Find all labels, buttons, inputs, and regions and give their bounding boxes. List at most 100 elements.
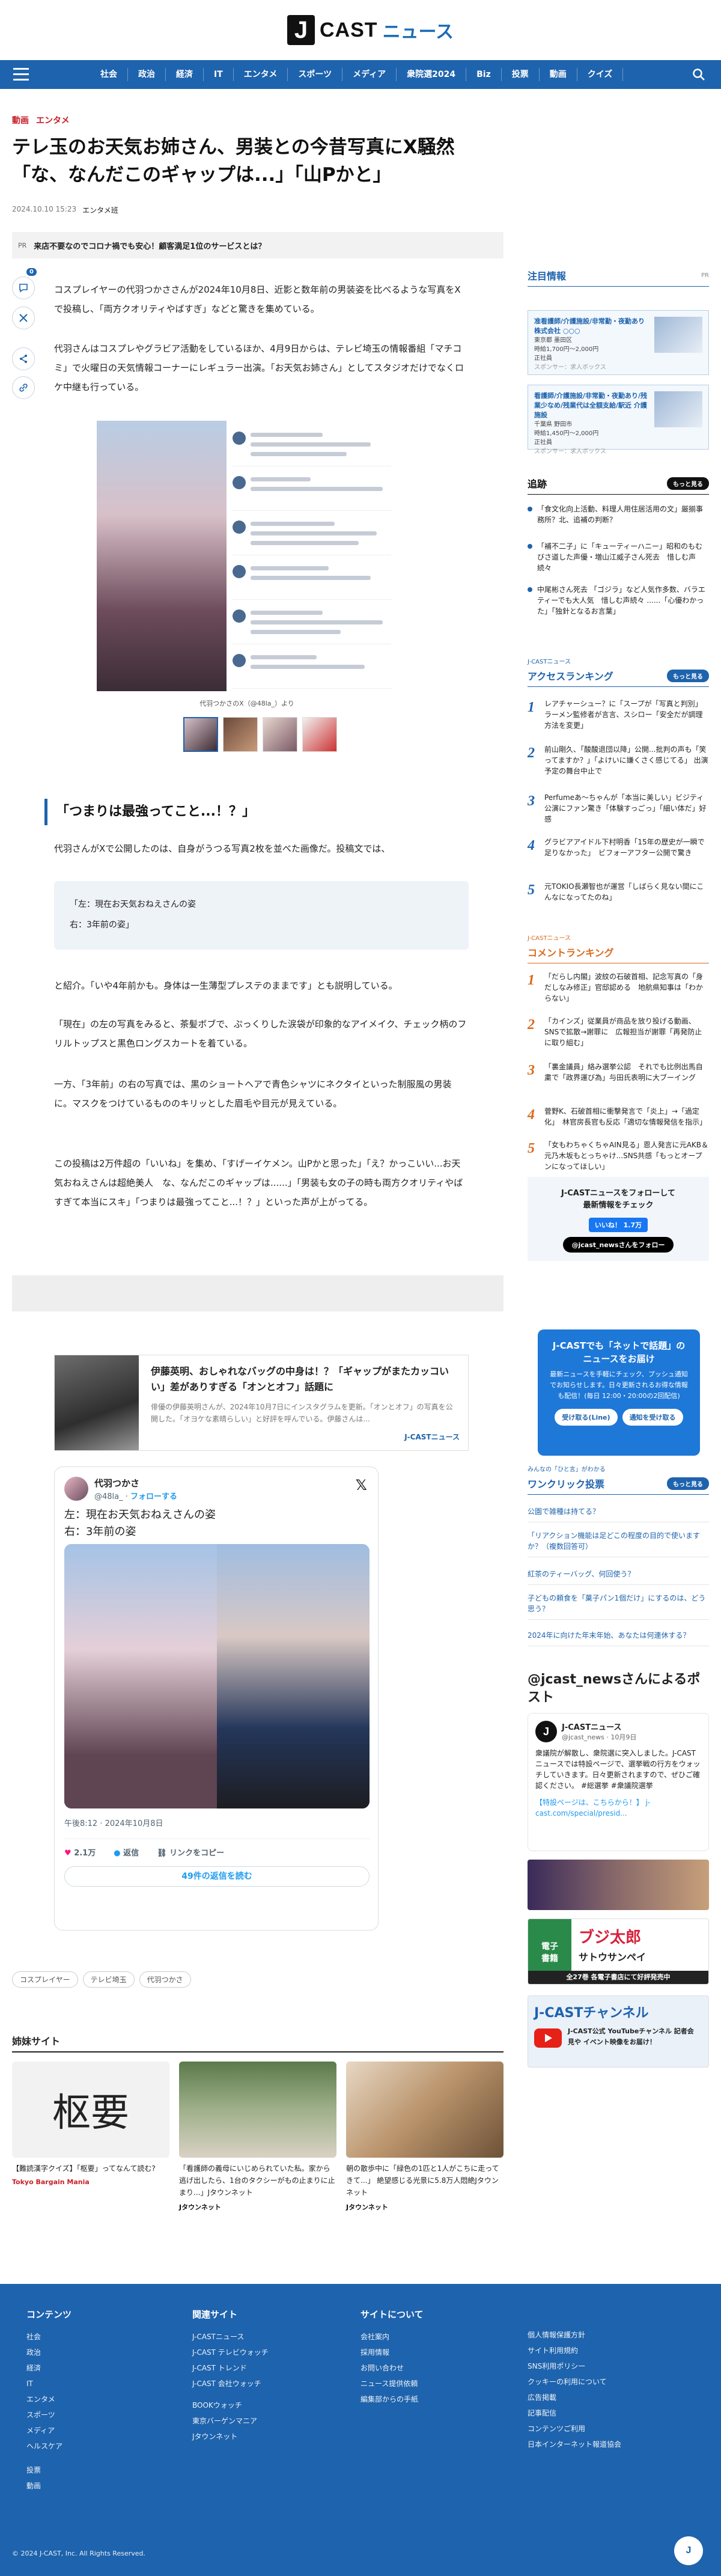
nav-item-economy[interactable]: 経済 [166,68,204,81]
nav-item-video[interactable]: 動画 [540,68,577,81]
news-item-3[interactable]: 中尾彬さん死去 「ゴジラ」など人気作多数、バラエティーでも大人気 惜しむ声続々 … [528,584,709,617]
press-association-logo[interactable]: J [674,2536,703,2565]
footer-link[interactable]: 編集部からの手紙 [360,2391,424,2407]
share-button[interactable] [12,347,35,370]
thumbnail-1[interactable] [183,717,218,752]
poll-item-1[interactable]: 公園で雑種は持てる？ [528,1506,709,1522]
comment-rank-2[interactable]: 2 「カインズ」従業員が商品を放り投げる動画、SNSで拡散→謝罪に 広報担当が謝罪… [528,1016,709,1048]
poll-item-5[interactable]: 2024年に向けた年末年始、あなたは何連休する？ [528,1630,709,1646]
nav-item-election[interactable]: 衆院選2024 [397,68,467,81]
comment-rank-3[interactable]: 3 「裏金議員」絡み選挙公認 それでも比例出馬自粛で「政界運び為」与田氏表明に大ブ… [528,1061,709,1083]
tweet-photo[interactable] [64,1544,370,1808]
tweet-author-name[interactable]: 代羽つかさ [94,1477,139,1489]
poll-item-2[interactable]: 「リアクション機能は足どこの程度の目的で使いますか？（複数回答可） [528,1530,709,1557]
access-rank-2[interactable]: 2 前山剛久、「酸酸退団以降」公開...批判の声も「笑ってますか？」「よけいに嫌く… [528,744,709,777]
thumbnail-2[interactable] [223,717,258,752]
sister-item-1[interactable]: 枢要 【難読漢字クイズ】「枢要」ってなんて読む? Tokyo Bargain M… [12,2062,169,2186]
nav-item-vote[interactable]: 投票 [502,68,540,81]
nav-item-it[interactable]: IT [204,68,234,81]
push-notify-button[interactable]: 通知を受け取る [622,1409,683,1426]
footer-link[interactable]: Jタウンネット [192,2429,269,2444]
job-ad-2[interactable]: 看護師/介護施設/非常勤・夜勤あり/残業少なめ/残業代は全額支給/駅近 介護施設… [528,385,709,455]
nav-item-biz[interactable]: Biz [466,68,502,81]
copy-link-button[interactable] [12,376,35,399]
tweet-copy-link-button[interactable]: ⛓ リンクをコピー [157,1846,224,1858]
footer-link[interactable]: IT [26,2376,71,2391]
comment-button[interactable] [12,276,35,299]
sister-item-2[interactable]: 「看護師の義母にいじめられていた私。家から逃げ出したら、1台のタクシーがもの止ま… [179,2062,336,2212]
tag-cosplayer[interactable]: コスプレイヤー [12,1971,78,1988]
footer-link[interactable]: 会社案内 [360,2329,424,2345]
photo-banner[interactable] [528,1860,709,1910]
tweet-like-button[interactable]: ♥ 2.1万 [64,1846,96,1858]
ebook-banner[interactable]: 電子 書籍 ブジ太郎 サトウサンペイ 全27巻 各電子書店にて好評発売中 [528,1918,709,1985]
comment-rank-1[interactable]: 1 「だらし内閣」波紋の石破首相、記念写真の「身だしなみ修正」官邸認める 地航県知… [528,971,709,1004]
thumbnail-3[interactable] [263,717,297,752]
nav-item-sports[interactable]: スポーツ [288,68,343,81]
footer-link[interactable]: 社会 [26,2329,71,2345]
image-gallery-main[interactable] [97,421,397,691]
x-share-button[interactable] [12,307,35,329]
footer-link[interactable]: 東京バーゲンマニア [192,2413,269,2429]
footer-link[interactable]: BOOKウォッチ [192,2397,269,2413]
access-rank-5[interactable]: 5 元TOKIO長瀬智也が運営「しばらく見ない間にこんなになってたのね」 [528,881,709,903]
footer-link[interactable]: J-CAST トレンド [192,2360,269,2376]
tweet-handle[interactable]: @48la_ [94,1492,123,1501]
comment-rank-4[interactable]: 4 菅野K、石破首相に衝撃発言で「炎上」→「過定化」 林官房長官も反応「適切な情報… [528,1106,709,1128]
footer-link[interactable]: 採用情報 [360,2345,424,2360]
news-item-2[interactable]: 「補不二子」に「キューティーハニー」昭和のもむびさ道した声優・増山江威子さん死去… [528,541,709,573]
job-ad-1[interactable]: 准看護師/介護施設/非常勤・夜勤あり 株式会社 ○○○ 東京都 墨田区 時給1,… [528,310,709,375]
tag-shirowa-tsukasa[interactable]: 代羽つかさ [139,1971,191,1988]
footer-link[interactable]: ヘルスケア [26,2438,71,2454]
x-logo-icon[interactable]: 𝕏 [356,1477,367,1494]
tweet-timestamp[interactable]: 午後8:12 · 2024年10月8日 [64,1817,163,1828]
footer-link[interactable]: J-CAST テレビウォッチ [192,2345,269,2360]
footer-link[interactable]: エンタメ [26,2391,71,2407]
facebook-like-button[interactable]: いいね！ 1.7万 [588,1218,648,1232]
news-more-button[interactable]: もっと見る [667,477,709,490]
footer-link[interactable]: スポーツ [26,2407,71,2423]
footer-link[interactable]: J-CAST 会社ウォッチ [192,2376,269,2391]
footer-link[interactable]: サイト利用規約 [528,2343,621,2358]
tweet-read-replies-button[interactable]: 49件の返信を読む [64,1866,370,1887]
footer-link[interactable]: 動画 [26,2478,71,2494]
x-follow-button[interactable]: @jcast_newsさんをフォロー [563,1237,674,1253]
access-more-button[interactable]: もっと見る [667,669,709,682]
footer-link[interactable]: SNS利用ポリシー [528,2358,621,2374]
access-rank-4[interactable]: 4 グラビアアイドル下村明香「15年の歴史が一瞬で足りなかった」 ビフォーアフター… [528,837,709,858]
poll-item-4[interactable]: 子どもの頼食を「菓子パン1個だけ」にするのは、どう思う？ [528,1593,709,1620]
footer-link[interactable]: クッキーの利用について [528,2374,621,2390]
footer-link[interactable]: メディア [26,2423,71,2438]
pr-banner[interactable]: PR 来店不要なのでコロナ禍でも安心！顧客満足1位のサービスとは？ [12,232,503,258]
nav-item-entertainment[interactable]: エンタメ [234,68,288,81]
news-item-1[interactable]: 「食文化向上活動、料理人用住居活用の文」厳揃事務所？北、追補の判断？ [528,504,709,525]
push-receive-button[interactable]: 受け取る(Line) [555,1409,618,1426]
tweet-reply-button[interactable]: ● 返信 [114,1846,139,1858]
access-rank-3[interactable]: 3 Perfumeあ〜ちゃんが「本当に美しい」ビジティ公演にファン驚き「体験すっご… [528,792,709,825]
hamburger-menu-icon[interactable] [13,68,29,81]
site-logo[interactable]: J CAST ニュース [287,14,454,46]
search-icon[interactable] [692,68,705,81]
sister-item-3[interactable]: 朝の散歩中に「緑色の1匹と1人がこちに走ってきて...」 絶望感じる光景に5.8… [346,2062,503,2212]
nav-item-quiz[interactable]: クイズ [577,68,624,81]
footer-link[interactable]: 広告掲載 [528,2390,621,2405]
poll-item-3[interactable]: 紅茶のティーバッグ、何回使う？ [528,1569,709,1585]
footer-link[interactable]: 政治 [26,2345,71,2360]
footer-link[interactable]: 個人情報保護方針 [528,2327,621,2343]
footer-link[interactable]: お問い合わせ [360,2360,424,2376]
x-post-link[interactable]: 【特設ページは、こちらから！】 j-cast.com/special/presi… [535,1797,701,1819]
footer-link[interactable]: 日本インターネット報道協会 [528,2437,621,2452]
footer-link[interactable]: 投票 [26,2462,71,2478]
nav-item-society[interactable]: 社会 [90,68,128,81]
footer-link[interactable]: コンテンツご利用 [528,2421,621,2437]
poll-more-button[interactable]: もっと見る [667,1477,709,1490]
related-article-card[interactable]: 伊藤英明、おしゃれなバッグの中身は！？「ギャップがまたカッコいい」差がありすぎる… [54,1355,469,1451]
nav-item-politics[interactable]: 政治 [128,68,166,81]
footer-link[interactable]: ニュース提供依頼 [360,2376,424,2391]
tweet-avatar[interactable] [64,1477,88,1501]
tweet-follow-link[interactable]: フォローする [130,1492,177,1501]
footer-link[interactable]: 経済 [26,2360,71,2376]
category-entertainment[interactable]: エンタメ [36,114,70,126]
youtube-banner[interactable]: J-CASTチャンネル J-CAST公式 YouTubeチャンネル 記者会見や … [528,1995,709,2068]
nav-item-media[interactable]: メディア [342,68,397,81]
